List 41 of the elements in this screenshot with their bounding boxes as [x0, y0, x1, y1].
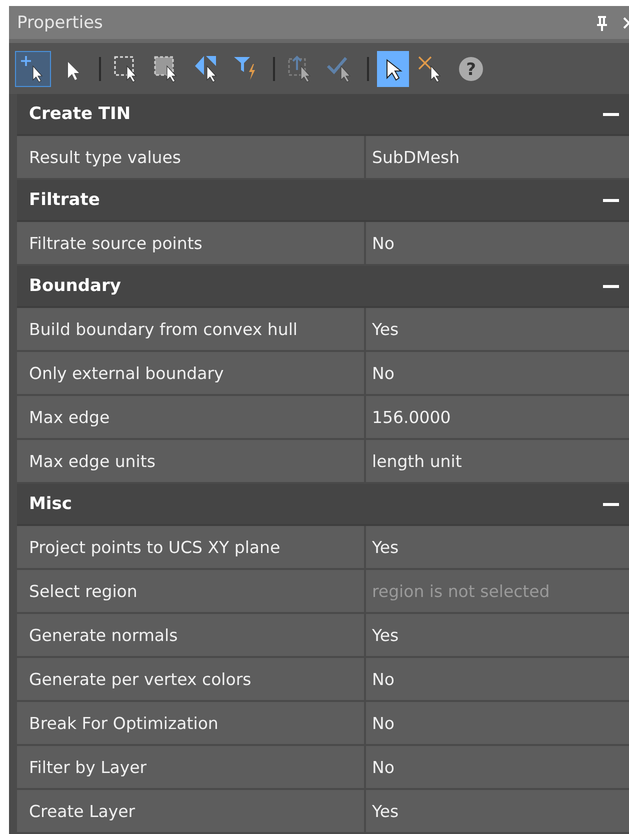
- section-title: Filtrate: [29, 190, 101, 210]
- property-value[interactable]: Yes: [366, 526, 629, 568]
- property-name: Result type values: [17, 136, 366, 178]
- property-value[interactable]: length unit: [366, 440, 629, 482]
- section-header[interactable]: Filtrate: [17, 180, 629, 222]
- property-value[interactable]: No: [366, 658, 629, 700]
- collapse-icon[interactable]: [603, 284, 619, 288]
- property-name: Generate per vertex colors: [17, 658, 366, 700]
- tool-button[interactable]: [377, 50, 409, 87]
- property-value[interactable]: No: [366, 746, 629, 788]
- section-header[interactable]: Misc: [17, 484, 629, 526]
- section-title: Create TIN: [29, 104, 132, 124]
- property-value[interactable]: No: [366, 702, 629, 744]
- property-value[interactable]: No: [366, 352, 629, 394]
- property-name: Generate normals: [17, 614, 366, 656]
- property-value[interactable]: No: [366, 222, 629, 264]
- property-name: Filter by Layer: [17, 746, 366, 788]
- collapse-icon[interactable]: [603, 198, 619, 202]
- property-value[interactable]: Yes: [366, 790, 629, 832]
- property-value[interactable]: Yes: [366, 308, 629, 350]
- collapse-icon[interactable]: [603, 502, 619, 506]
- property-name: Create Layer: [17, 790, 366, 832]
- window-title: Properties: [17, 12, 104, 33]
- property-name: Max edge: [17, 396, 366, 438]
- property-value[interactable]: Yes: [366, 614, 629, 656]
- property-name: Filtrate source points: [17, 222, 366, 264]
- section-header[interactable]: Create TIN: [17, 94, 629, 136]
- property-value[interactable]: 156.0000: [366, 396, 629, 438]
- property-name: Select region: [17, 570, 366, 612]
- property-name: Only external boundary: [17, 352, 366, 394]
- section-title: Misc: [29, 494, 73, 514]
- tool-button[interactable]: [15, 50, 51, 87]
- collapse-icon[interactable]: [603, 112, 619, 116]
- property-name: Max edge units: [17, 440, 366, 482]
- property-value[interactable]: SubDMesh: [366, 136, 629, 178]
- section-header[interactable]: Boundary: [17, 266, 629, 308]
- pin-icon[interactable]: [595, 14, 609, 31]
- property-name: Build boundary from convex hull: [17, 308, 366, 350]
- property-name: Project points to UCS XY plane: [17, 526, 366, 568]
- property-name: Break For Optimization: [17, 702, 366, 744]
- section-title: Boundary: [29, 276, 122, 296]
